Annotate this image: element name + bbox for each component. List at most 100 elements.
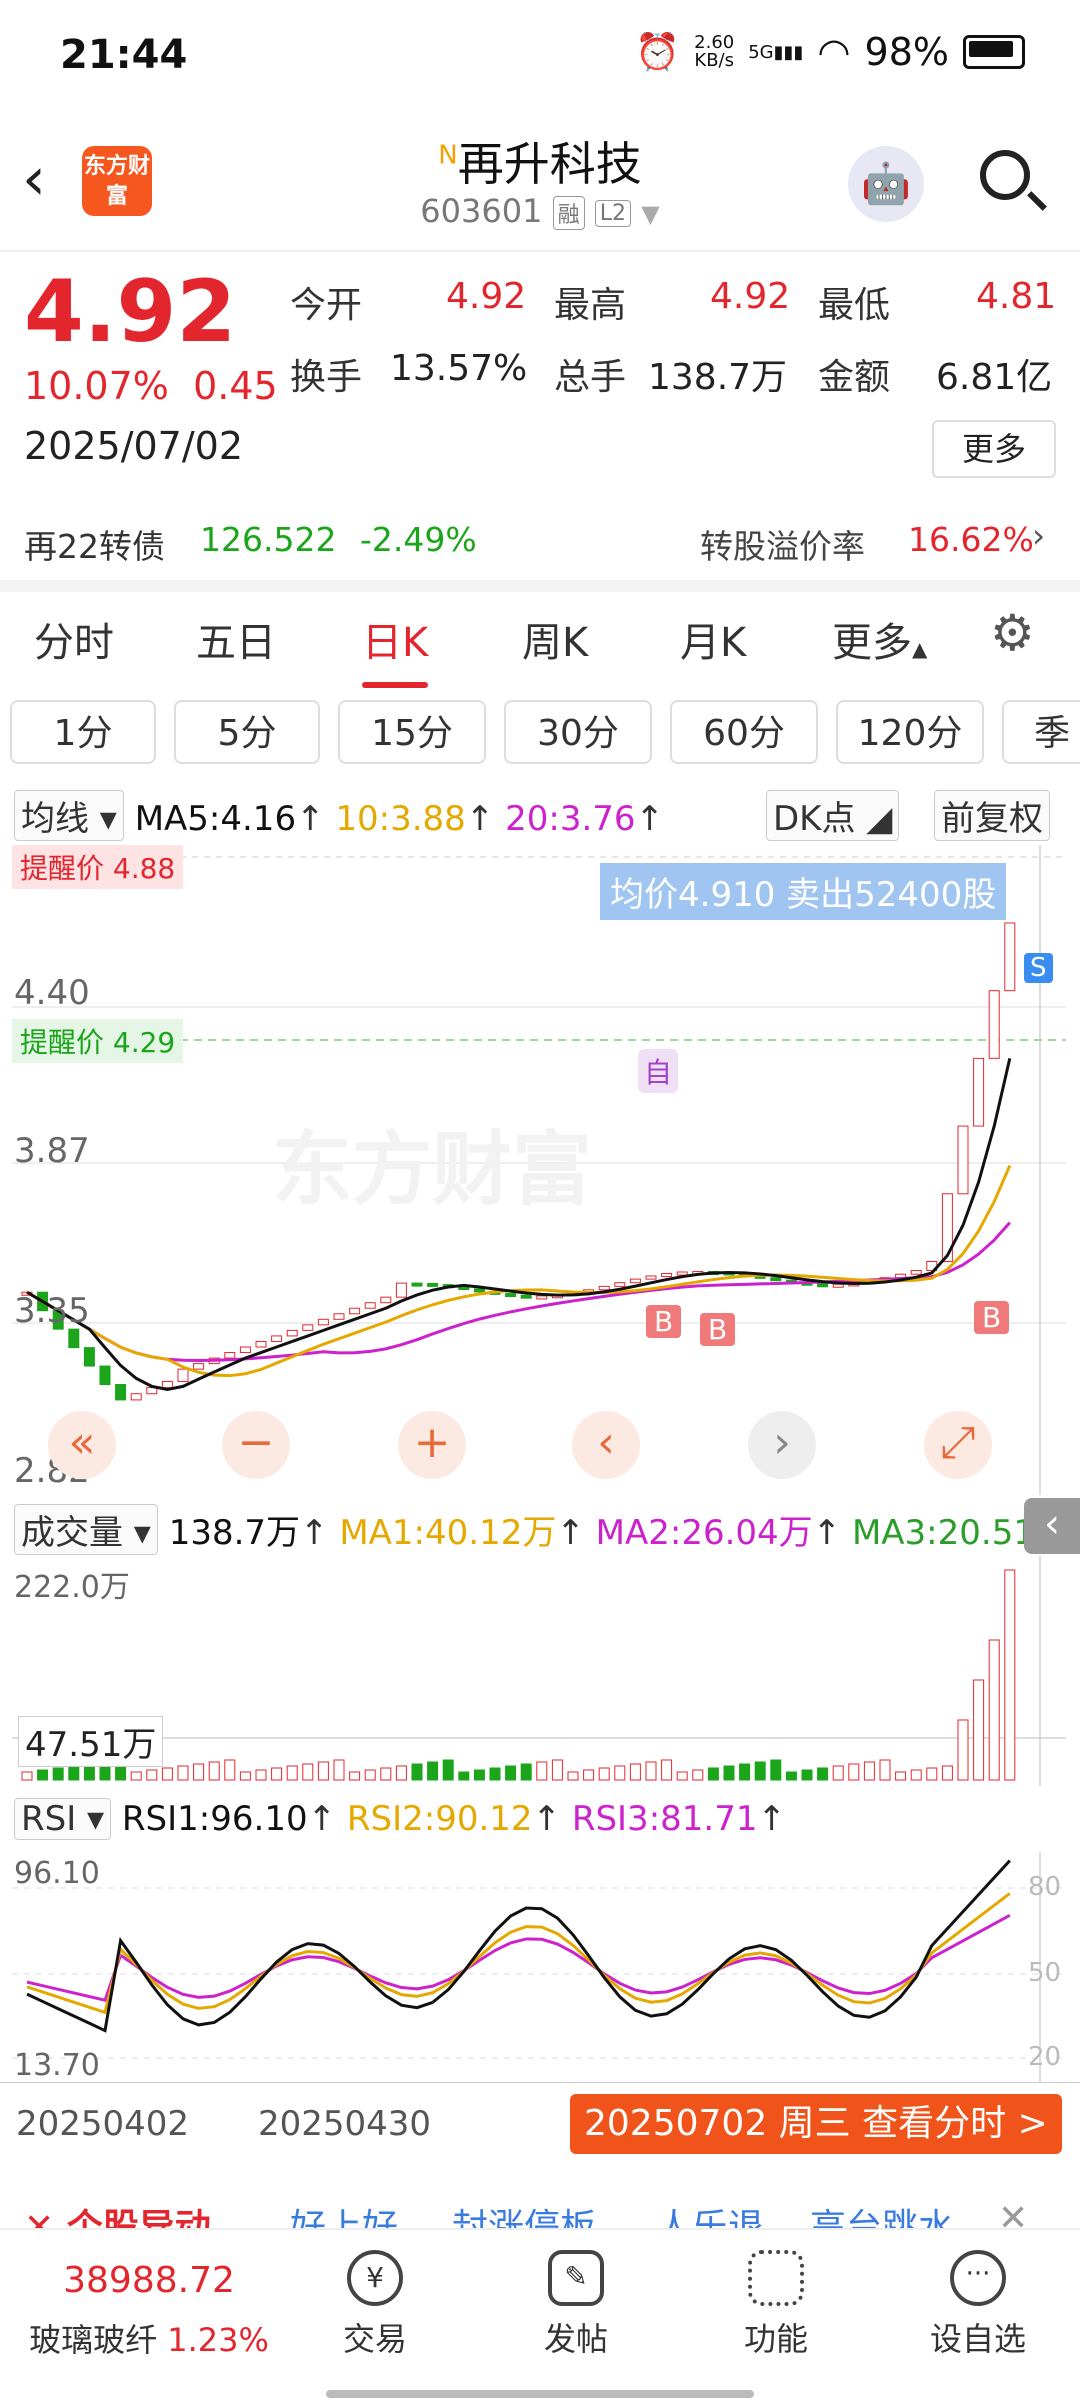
ma20-value: 20:3.76	[505, 799, 636, 839]
collapse-panel-icon[interactable]: ‹	[1024, 1498, 1080, 1554]
volume-bar	[973, 1679, 985, 1781]
header: ‹ 东方财富 N再升科技 603601 融 L2 ▼ 🤖	[0, 110, 1080, 252]
volume-bar	[863, 1761, 875, 1781]
volume-bars-group	[21, 1569, 1016, 1781]
nav-add-watchlist[interactable]: ··· 设自选	[918, 2250, 1038, 2360]
volume-bar	[707, 1767, 719, 1781]
volume-bar	[395, 1765, 407, 1781]
fullscreen-icon[interactable]: ⤢	[924, 1411, 992, 1479]
candle	[130, 1393, 142, 1401]
volume-bar	[349, 1771, 361, 1781]
candle	[380, 1296, 392, 1304]
kline-chart[interactable]: 东方财富 提醒价 4.88 提醒价 4.29 均价4.910 卖出52400股 …	[12, 845, 1066, 1495]
tab-more[interactable]: 更多▲	[832, 610, 927, 668]
close-icon[interactable]: ✕	[998, 2198, 1028, 2230]
tab-week-k[interactable]: 周K	[522, 610, 588, 668]
rsi1-line	[26, 1859, 1011, 2033]
tab-minute[interactable]: 分时	[34, 610, 114, 668]
volume-bar	[832, 1765, 844, 1781]
candle	[239, 1346, 251, 1354]
candle	[473, 1288, 485, 1293]
news-ticker[interactable]: ✕ 个股异动 好上好 封涨停板 人乐退 高台跳水 ✕	[0, 2190, 1080, 2230]
rsi2-value: RSI2:90.12	[346, 1799, 533, 1839]
bond-change: -2.49%	[360, 520, 477, 559]
volume-selector[interactable]: 成交量 ▾	[14, 1504, 158, 1555]
period-5min[interactable]: 5分	[174, 700, 320, 764]
candle	[161, 1380, 173, 1389]
volume-bar	[661, 1759, 673, 1781]
adjust-selector[interactable]: 前复权	[934, 790, 1050, 841]
news-item-2[interactable]: 封涨停板	[452, 2198, 596, 2230]
volume-bar	[271, 1767, 283, 1781]
amount-value: 6.81亿	[936, 357, 1053, 398]
status-time: 21:44	[60, 32, 188, 78]
tab-month-k[interactable]: 月K	[680, 610, 746, 668]
vol-ma2: MA2:26.04万	[595, 1513, 813, 1553]
scroll-left-icon[interactable]: «	[48, 1411, 116, 1479]
chevron-down-icon: ▼	[641, 200, 660, 228]
rsi-top: 96.10	[14, 1856, 100, 1891]
volume-bar	[629, 1763, 641, 1781]
bond-name: 再22转债	[24, 527, 165, 566]
edit-icon: ✎	[548, 2250, 604, 2306]
nav-trade[interactable]: ¥ 交易	[315, 2250, 435, 2360]
news-item-1[interactable]: 好上好	[290, 2198, 398, 2230]
candle	[832, 1283, 844, 1288]
robot-assistant-icon[interactable]: 🤖	[848, 146, 924, 222]
date-mid: 20250430	[258, 2104, 432, 2144]
candle	[770, 1277, 782, 1282]
nav-post[interactable]: ✎ 发帖	[516, 2250, 636, 2360]
tab-five-day[interactable]: 五日	[196, 610, 276, 668]
news-item-4[interactable]: 高台跳水	[810, 2198, 954, 2230]
candle	[286, 1329, 298, 1337]
dk-point-selector[interactable]: DK点 ◢	[766, 790, 900, 841]
zoom-out-icon[interactable]: −	[222, 1411, 290, 1479]
news-item-3[interactable]: 人乐退	[656, 2198, 764, 2230]
volume-bar	[598, 1767, 610, 1781]
tab-day-k[interactable]: 日K	[362, 610, 429, 688]
ma-selector[interactable]: 均线 ▾	[14, 790, 124, 841]
zoom-in-icon[interactable]: +	[398, 1411, 466, 1479]
bottom-nav: 38988.72 玻璃玻纤 1.23% ¥ 交易 ✎ 发帖 功能 ··· 设自选	[0, 2228, 1080, 2402]
candle	[427, 1282, 439, 1287]
volume-bar	[255, 1769, 267, 1781]
bond-price: 126.522	[200, 520, 337, 559]
gear-icon[interactable]: ⚙	[990, 604, 1035, 662]
volume-bar	[551, 1759, 563, 1781]
candle	[520, 1294, 532, 1299]
buy-marker-3: B	[974, 1301, 1010, 1334]
search-icon[interactable]	[980, 150, 1047, 211]
candle	[411, 1282, 423, 1287]
premium-label: 转股溢价率	[700, 527, 865, 566]
volume-bar	[1004, 1569, 1016, 1781]
view-intraday-button[interactable]: 20250702 周三 查看分时 >	[570, 2094, 1062, 2154]
convertible-bond-row[interactable]: 再22转债 126.522 -2.49% 转股溢价率 16.62% ›	[0, 500, 1080, 592]
volume-bar	[941, 1765, 953, 1781]
next-icon[interactable]: ›	[748, 1411, 816, 1479]
candle	[224, 1352, 236, 1359]
candle	[1004, 922, 1016, 992]
period-30min[interactable]: 30分	[504, 700, 652, 764]
volume-bar	[161, 1767, 173, 1781]
nav-functions[interactable]: 功能	[716, 2250, 836, 2360]
volume-bar	[801, 1769, 813, 1781]
change-pct: 10.07%	[24, 364, 169, 408]
more-button[interactable]: 更多	[932, 420, 1056, 478]
candle	[193, 1363, 205, 1370]
period-15min[interactable]: 15分	[338, 700, 486, 764]
watermark: 东方财富	[272, 1123, 592, 1216]
volume-bar	[333, 1759, 345, 1781]
volume-bar	[645, 1761, 657, 1781]
candle	[536, 1295, 548, 1300]
rsi-selector[interactable]: RSI ▾	[14, 1798, 112, 1840]
candle	[99, 1365, 111, 1386]
period-season[interactable]: 季	[1002, 700, 1080, 764]
period-1min[interactable]: 1分	[10, 700, 156, 764]
prev-icon[interactable]: ‹	[572, 1411, 640, 1479]
period-60min[interactable]: 60分	[670, 700, 818, 764]
sector-index[interactable]: 38988.72 玻璃玻纤 1.23%	[24, 2260, 274, 2361]
period-120min[interactable]: 120分	[836, 700, 984, 764]
rsi-chart[interactable]: 96.10 13.70 80 50 20	[12, 1852, 1066, 2083]
candle	[333, 1313, 345, 1320]
volume-chart[interactable]: 222.0万 47.51万	[12, 1556, 1066, 1786]
